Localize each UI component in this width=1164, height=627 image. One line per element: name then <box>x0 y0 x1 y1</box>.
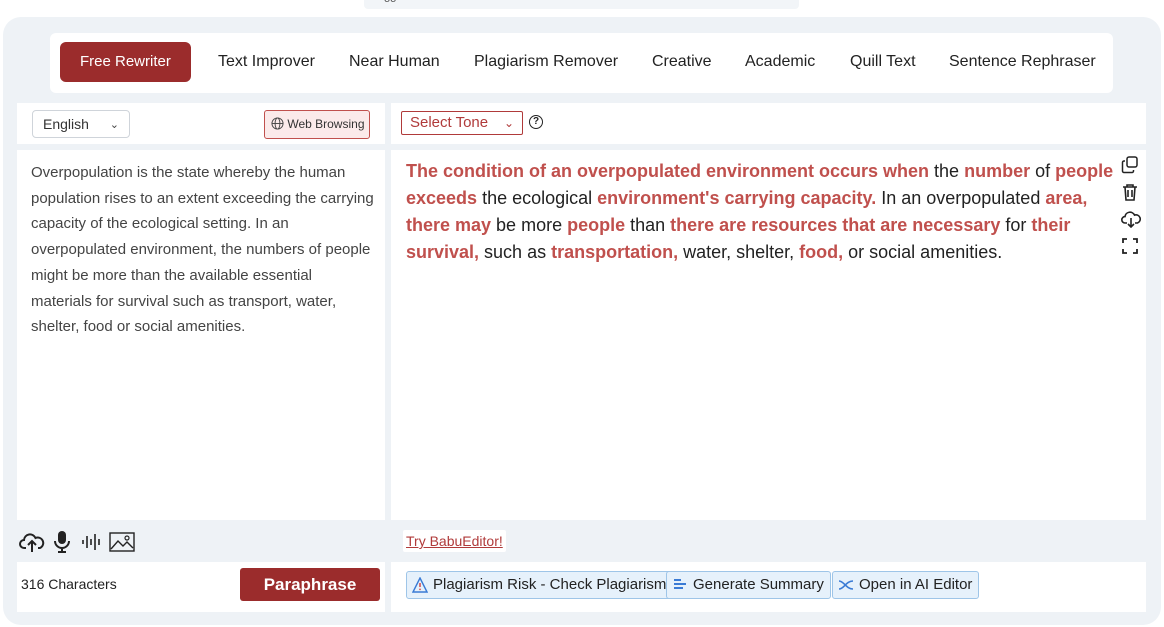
help-icon[interactable]: ? <box>529 115 543 129</box>
unchanged-phrase: the <box>929 161 965 181</box>
plagiarism-check-label: Plagiarism Risk - Check Plagiarism <box>433 576 667 593</box>
tab-text-improver[interactable]: Text Improver <box>218 42 315 82</box>
paraphrase-button[interactable]: Paraphrase <box>240 568 380 601</box>
unchanged-phrase: of <box>1030 161 1056 181</box>
character-count: 316 Characters <box>21 576 117 592</box>
tab-quill-text[interactable]: Quill Text <box>850 42 916 82</box>
unchanged-phrase: for <box>1000 215 1032 235</box>
unchanged-phrase: In an overpopulated <box>876 188 1046 208</box>
summary-icon <box>674 579 686 589</box>
tone-select[interactable]: Select Tone ⌄ <box>401 111 523 135</box>
audio-wave-icon[interactable] <box>81 532 103 552</box>
tab-academic[interactable]: Academic <box>745 42 815 82</box>
language-select[interactable]: English ⌄ <box>32 110 130 138</box>
web-browsing-button[interactable]: Web Browsing <box>264 110 370 139</box>
input-textarea[interactable]: Overpopulation is the state whereby the … <box>31 160 376 340</box>
tab-near-human[interactable]: Near Human <box>349 42 440 82</box>
chevron-down-icon: ⌄ <box>503 116 514 130</box>
try-babueditor-link[interactable]: Try BabuEditor! <box>403 530 506 552</box>
web-browsing-label: Web Browsing <box>287 117 365 131</box>
ai-editor-icon <box>838 580 854 590</box>
changed-phrase[interactable]: people <box>567 215 625 235</box>
warning-icon <box>412 577 428 593</box>
top-strip: oo <box>364 0 799 9</box>
open-ai-editor-label: Open in AI Editor <box>859 576 973 593</box>
plagiarism-check-button[interactable]: Plagiarism Risk - Check Plagiarism <box>406 571 674 599</box>
output-text: The condition of an overpopulated enviro… <box>406 158 1121 266</box>
download-cloud-icon[interactable] <box>1121 210 1142 237</box>
image-icon[interactable] <box>109 532 135 552</box>
unchanged-phrase: than <box>625 215 671 235</box>
top-strip-text: oo <box>384 0 396 5</box>
output-actions <box>1121 156 1142 264</box>
unchanged-phrase: the ecological <box>477 188 598 208</box>
chevron-down-icon: ⌄ <box>109 119 119 131</box>
upload-cloud-icon[interactable] <box>19 530 45 554</box>
changed-phrase[interactable]: food, <box>799 242 843 262</box>
tab-sentence-rephraser[interactable]: Sentence Rephraser <box>949 42 1096 82</box>
tab-creative[interactable]: Creative <box>652 42 712 82</box>
open-ai-editor-button[interactable]: Open in AI Editor <box>832 571 980 599</box>
tab-plagiarism-remover[interactable]: Plagiarism Remover <box>474 42 618 82</box>
generate-summary-button[interactable]: Generate Summary <box>666 571 831 599</box>
tab-free-rewriter[interactable]: Free Rewriter <box>60 42 191 82</box>
changed-phrase[interactable]: environment's carrying capacity. <box>597 188 876 208</box>
generate-summary-label: Generate Summary <box>693 576 824 593</box>
unchanged-phrase: water, shelter, <box>678 242 800 262</box>
fullscreen-icon[interactable] <box>1121 237 1141 264</box>
changed-phrase[interactable]: number <box>964 161 1030 181</box>
copy-icon[interactable] <box>1121 156 1141 183</box>
unchanged-phrase: or social amenities. <box>843 242 1003 262</box>
changed-phrase[interactable]: transportation, <box>551 242 678 262</box>
unchanged-phrase: be more <box>491 215 568 235</box>
mode-tabs: Free Rewriter Text Improver Near Human P… <box>50 33 1113 93</box>
changed-phrase[interactable]: there are resources that are necessary <box>670 215 1000 235</box>
microphone-icon[interactable] <box>53 530 71 554</box>
trash-icon[interactable] <box>1121 183 1141 210</box>
changed-phrase[interactable]: The condition of an overpopulated enviro… <box>406 161 929 181</box>
globe-icon <box>271 117 284 130</box>
unchanged-phrase: such as <box>479 242 552 262</box>
tone-label: Select Tone <box>410 114 489 131</box>
language-value: English <box>43 116 89 132</box>
